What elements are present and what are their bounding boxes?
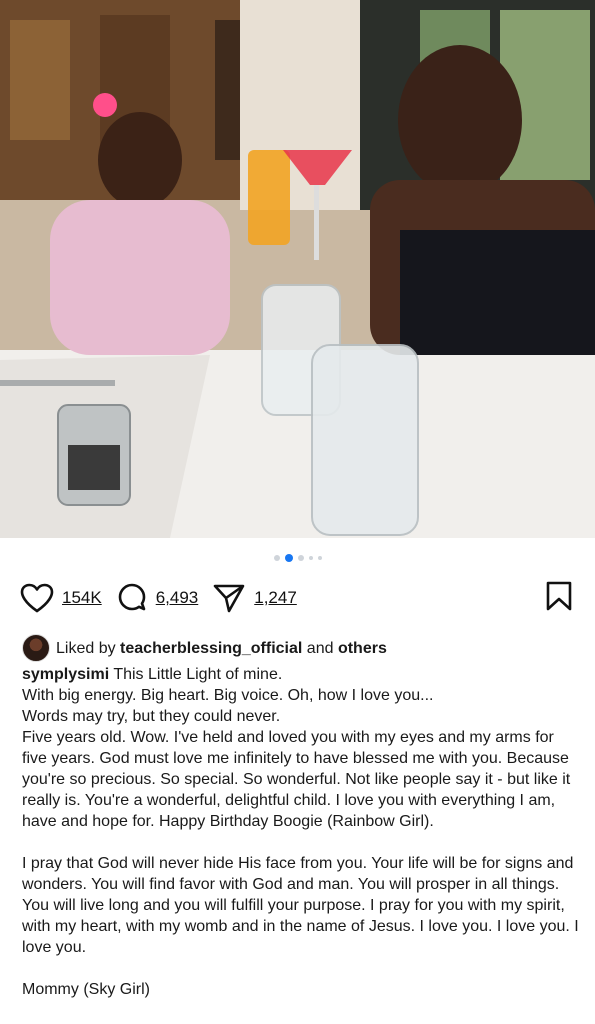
liked-by-username[interactable]: teacherblessing_official: [120, 640, 302, 657]
caption-signoff: Mommy (Sky Girl): [22, 981, 150, 998]
caption-paragraph: With big energy. Big heart. Big voice. O…: [22, 687, 434, 704]
caption-paragraph: Five years old. Wow. I've held and loved…: [22, 729, 571, 830]
caption-title: This Little Light of mine.: [113, 666, 283, 683]
liked-by-others[interactable]: others: [338, 640, 387, 657]
liked-by-prefix: Liked by: [56, 639, 116, 657]
post-caption: Liked by teacherblessing_official and ot…: [22, 634, 581, 1000]
carousel-dot: [297, 555, 304, 561]
action-bar: 154K 6,493 1,247: [20, 580, 573, 616]
post-photo[interactable]: [0, 0, 595, 538]
carousel-dot: [308, 556, 313, 560]
carousel-dot: [317, 556, 322, 560]
like-count[interactable]: 154K: [62, 588, 102, 608]
carousel-indicator: [0, 554, 595, 562]
like-action[interactable]: 154K: [20, 583, 102, 613]
caption-username[interactable]: symplysimi: [22, 666, 109, 683]
liked-by-row: Liked by teacherblessing_official and ot…: [22, 634, 581, 662]
liked-by-text[interactable]: Liked by teacherblessing_official and ot…: [56, 638, 387, 659]
carousel-dot-active: [284, 554, 293, 562]
caption-paragraph: Words may try, but they could never.: [22, 708, 281, 725]
comment-action[interactable]: 6,493: [116, 582, 199, 614]
photo-scene: [0, 0, 595, 538]
share-action[interactable]: 1,247: [212, 582, 297, 614]
comment-count[interactable]: 6,493: [156, 588, 199, 608]
avatar[interactable]: [22, 634, 50, 662]
carousel-dot: [273, 555, 280, 561]
caption-paragraph: I pray that God will never hide His face…: [22, 855, 579, 956]
send-icon[interactable]: [212, 582, 246, 614]
caption-first-line: symplysimi This Little Light of mine.: [22, 664, 581, 685]
heart-icon[interactable]: [20, 583, 54, 613]
share-count[interactable]: 1,247: [254, 588, 297, 608]
comment-icon[interactable]: [116, 582, 148, 614]
bookmark-icon[interactable]: [545, 580, 573, 612]
liked-by-middle: and: [306, 639, 334, 657]
save-action[interactable]: [545, 580, 573, 617]
